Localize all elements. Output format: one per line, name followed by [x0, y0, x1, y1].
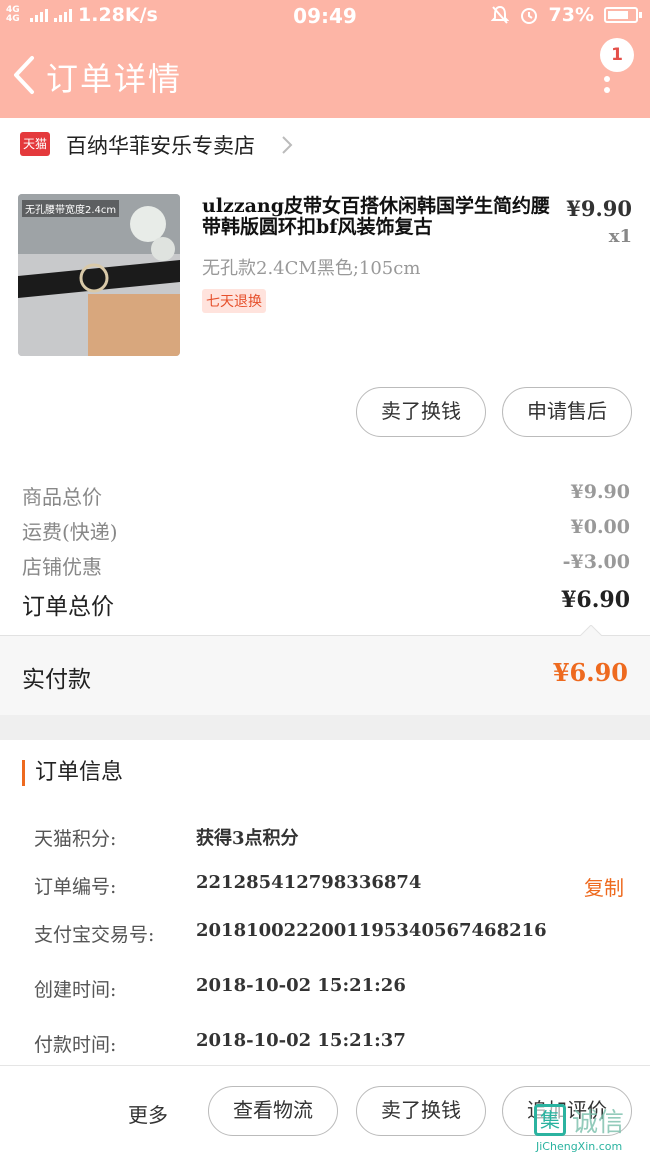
product-image[interactable]: 无孔腰带宽度2.4cm — [18, 194, 180, 356]
watermark-en: JiChengXin.com — [536, 1140, 623, 1153]
watermark-logo: 集 — [534, 1104, 566, 1136]
order-info-section: 订单信息 天猫积分: 获得3点积分 订单编号: 2212854127983368… — [0, 740, 650, 1065]
shop-name[interactable]: 百纳华菲安乐专卖店 — [66, 130, 255, 160]
info-label: 订单编号: — [34, 876, 117, 898]
info-value: 2018100222001195340567468216 — [196, 920, 547, 941]
info-value: 获得3点积分 — [196, 828, 299, 849]
paid-amount-bar: 实付款 ¥6.90 — [0, 625, 650, 715]
alarm-icon — [520, 8, 537, 24]
battery-percent: 73% — [548, 4, 594, 26]
section-divider — [0, 715, 650, 740]
product-title[interactable]: ulzzang皮带女百搭休闲韩国学生简约腰带韩版圆环扣bf风装饰复古 — [202, 196, 557, 238]
order-total-value: ¥6.90 — [561, 587, 630, 613]
return-policy-tag: 七天退换 — [202, 289, 266, 313]
summary-value: ¥9.90 — [570, 481, 631, 503]
watermark-cn: 诚信 — [572, 1108, 625, 1138]
info-value: 2018-10-02 15:21:37 — [196, 1030, 406, 1051]
summary-row: 运费(快递) ¥0.00 — [22, 514, 630, 548]
after-sales-button[interactable]: 申请售后 — [502, 387, 632, 437]
summary-row: 商品总价 ¥9.90 — [22, 479, 630, 513]
watermark: 集 诚信 JiChengXin.com — [530, 1100, 650, 1155]
info-label: 支付宝交易号: — [34, 924, 155, 946]
status-bar: 4G 4G 1.28K/s 09:49 73% — [0, 0, 650, 34]
info-row-order-number: 订单编号: 221285412798336874 复制 — [34, 872, 634, 902]
more-menu-icon[interactable] — [602, 74, 612, 94]
resell-button-bottom[interactable]: 卖了换钱 — [356, 1086, 486, 1136]
info-label: 付款时间: — [34, 1034, 117, 1056]
summary-row: 店铺优惠 -¥3.00 — [22, 549, 630, 583]
order-total-row: 订单总价 ¥6.90 — [22, 585, 630, 620]
tmall-badge: 天猫 — [20, 132, 50, 156]
message-count-badge[interactable]: 1 — [600, 38, 634, 72]
chevron-right-icon — [282, 136, 293, 154]
paid-label: 实付款 — [22, 667, 91, 693]
summary-value: -¥3.00 — [562, 551, 630, 573]
page-title: 订单详情 — [46, 60, 183, 98]
info-row-created: 创建时间: 2018-10-02 15:21:26 — [34, 975, 634, 1005]
image-caption: 无孔腰带宽度2.4cm — [22, 200, 120, 217]
info-row-paid: 付款时间: 2018-10-02 15:21:37 — [34, 1030, 634, 1060]
app-header: 订单详情 1 — [0, 34, 650, 118]
info-label: 创建时间: — [34, 979, 117, 1001]
bell-off-icon — [490, 5, 509, 24]
back-arrow-icon[interactable] — [8, 52, 44, 98]
product-card: 无孔腰带宽度2.4cm ulzzang皮带女百搭休闲韩国学生简约腰带韩版圆环扣b… — [0, 170, 650, 455]
order-total-label: 订单总价 — [22, 594, 114, 620]
info-label: 天猫积分: — [34, 828, 117, 850]
product-qty: x1 — [608, 226, 632, 247]
product-sku: 无孔款2.4CM黑色;105cm — [202, 258, 421, 279]
product-price: ¥9.90 — [566, 196, 632, 221]
section-title: 订单信息 — [22, 760, 123, 786]
more-button[interactable]: 更多 — [128, 1099, 168, 1128]
summary-label: 店铺优惠 — [22, 555, 102, 579]
belt-picture — [18, 194, 180, 356]
info-row-points: 天猫积分: 获得3点积分 — [34, 824, 634, 854]
summary-value: ¥0.00 — [570, 516, 631, 538]
shop-row[interactable]: 天猫 百纳华菲安乐专卖店 — [0, 118, 650, 170]
resell-button[interactable]: 卖了换钱 — [356, 387, 486, 437]
info-row-alipay-number: 支付宝交易号: 2018100222001195340567468216 — [34, 920, 634, 950]
copy-button[interactable]: 复制 — [584, 872, 624, 901]
battery-icon — [604, 7, 642, 23]
summary-label: 商品总价 — [22, 485, 102, 509]
paid-value: ¥6.90 — [552, 658, 628, 687]
summary-label: 运费(快递) — [22, 520, 118, 544]
caret-up-icon — [580, 625, 602, 636]
status-right: 73% — [490, 4, 642, 26]
price-summary: 商品总价 ¥9.90 运费(快递) ¥0.00 店铺优惠 -¥3.00 订单总价… — [0, 455, 650, 635]
info-value: 2018-10-02 15:21:26 — [196, 975, 406, 996]
info-value: 221285412798336874 — [196, 872, 422, 893]
view-logistics-button[interactable]: 查看物流 — [208, 1086, 338, 1136]
